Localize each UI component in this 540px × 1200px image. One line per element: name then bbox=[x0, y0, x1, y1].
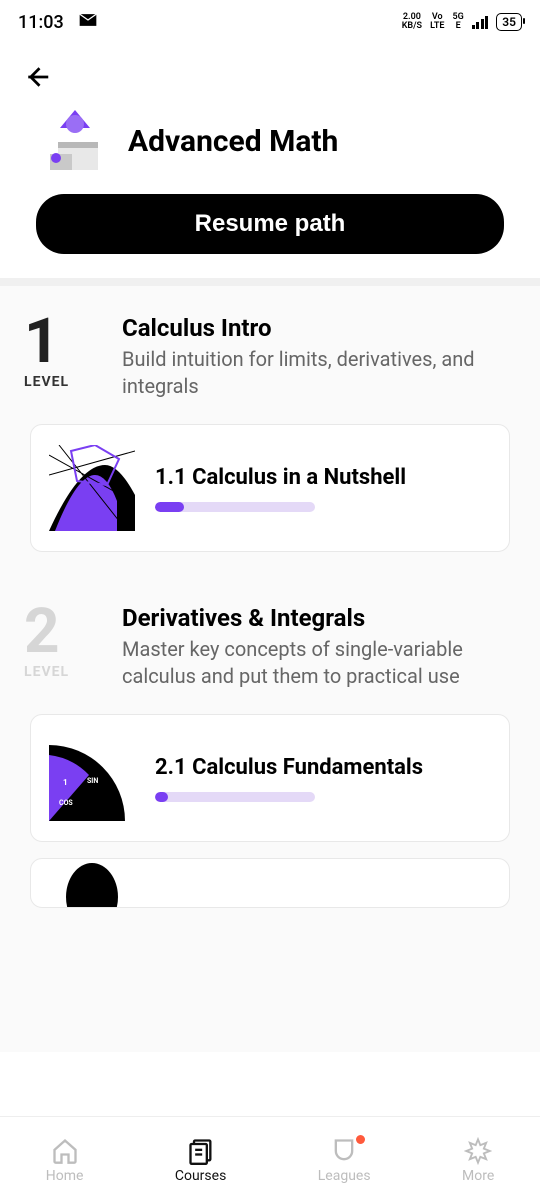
level-title: Derivatives & Integrals bbox=[122, 604, 516, 632]
level-description: Master key concepts of single-variable c… bbox=[122, 636, 516, 690]
progress-fill bbox=[155, 502, 184, 512]
course-card[interactable]: 1 SIN COS 2.1 Calculus Fundamentals bbox=[30, 714, 510, 842]
more-icon bbox=[464, 1137, 492, 1165]
signal-icon bbox=[472, 15, 489, 29]
course-title: 2.1 Calculus Fundamentals bbox=[155, 755, 491, 780]
level-title: Calculus Intro bbox=[122, 314, 516, 342]
level-number: 1 bbox=[24, 314, 60, 370]
svg-text:COS: COS bbox=[59, 799, 73, 807]
nav-label: Leagues bbox=[318, 1168, 371, 1184]
nav-more[interactable]: More bbox=[462, 1137, 494, 1184]
status-battery: 35 bbox=[496, 13, 522, 31]
nav-label: Courses bbox=[175, 1168, 226, 1184]
level-number: 2 bbox=[24, 604, 60, 660]
status-net-type: 5GE bbox=[453, 13, 464, 31]
svg-text:1: 1 bbox=[63, 778, 68, 787]
course-title: 1.1 Calculus in a Nutshell bbox=[155, 465, 491, 490]
nav-leagues[interactable]: Leagues bbox=[318, 1137, 371, 1184]
course-thumbnail bbox=[49, 858, 135, 908]
status-net-speed: 2.00KB/S bbox=[402, 13, 422, 31]
progress-bar bbox=[155, 792, 315, 802]
nav-home[interactable]: Home bbox=[46, 1137, 84, 1184]
mail-icon bbox=[78, 10, 98, 35]
page-title: Advanced Math bbox=[128, 124, 338, 159]
resume-path-button[interactable]: Resume path bbox=[36, 194, 504, 254]
levels-list: 1 LEVEL Calculus Intro Build intuition f… bbox=[0, 286, 540, 1052]
progress-bar bbox=[155, 502, 315, 512]
level-label: LEVEL bbox=[24, 374, 69, 390]
level-block: 2 LEVEL Derivatives & Integrals Master k… bbox=[0, 576, 540, 932]
course-card[interactable] bbox=[30, 858, 510, 908]
status-bar: 11:03 2.00KB/S VoLTE 5GE 35 bbox=[0, 0, 540, 44]
courses-icon bbox=[187, 1137, 215, 1165]
course-card[interactable]: 1.1 Calculus in a Nutshell bbox=[30, 424, 510, 552]
nav-label: Home bbox=[46, 1168, 84, 1184]
nav-courses[interactable]: Courses bbox=[175, 1137, 226, 1184]
path-illustration bbox=[40, 106, 110, 176]
course-thumbnail bbox=[49, 445, 135, 531]
home-icon bbox=[51, 1137, 79, 1165]
level-description: Build intuition for limits, derivatives,… bbox=[122, 346, 516, 400]
nav-label: More bbox=[462, 1168, 494, 1184]
level-label: LEVEL bbox=[24, 664, 69, 680]
leagues-icon bbox=[330, 1137, 358, 1165]
progress-fill bbox=[155, 792, 168, 802]
course-thumbnail: 1 SIN COS bbox=[49, 735, 135, 821]
section-divider bbox=[0, 278, 540, 286]
level-block: 1 LEVEL Calculus Intro Build intuition f… bbox=[0, 286, 540, 576]
back-button[interactable] bbox=[22, 77, 52, 96]
bottom-nav: Home Courses Leagues More bbox=[0, 1116, 540, 1200]
svg-text:SIN: SIN bbox=[87, 777, 98, 785]
status-volte: VoLTE bbox=[430, 13, 444, 31]
status-time: 11:03 bbox=[18, 12, 64, 33]
notification-badge bbox=[356, 1135, 365, 1144]
